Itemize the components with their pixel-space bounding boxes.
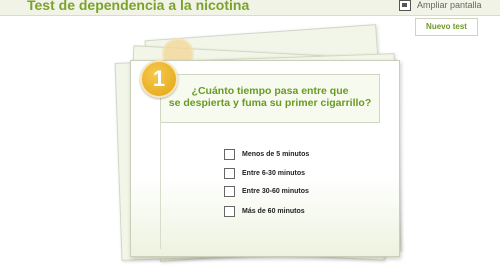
question-text: ¿Cuánto tiempo pasa entre que se despier… (161, 85, 379, 109)
question-line-1: ¿Cuánto tiempo pasa entre que (191, 85, 349, 97)
card-divider (160, 121, 161, 249)
option-checkbox[interactable] (224, 206, 235, 217)
fullscreen-icon (399, 0, 411, 11)
ampliar-pantalla-label: Ampliar pantalla (417, 0, 482, 10)
option-label: Entre 6-30 minutos (242, 170, 306, 177)
question-line-2: se despierta y fuma su primer cigarrillo… (168, 97, 372, 109)
ampliar-pantalla-button[interactable]: Ampliar pantalla (399, 0, 482, 12)
option-6-30[interactable]: Entre 6-30 minutos (224, 168, 305, 179)
option-checkbox[interactable] (224, 186, 235, 197)
question-number-badge: 1 (140, 60, 178, 98)
option-label: Menos de 5 minutos (242, 151, 310, 158)
option-30-60[interactable]: Entre 30-60 minutos (224, 186, 309, 197)
page-title: Test de dependencia a la nicotina (27, 0, 250, 13)
option-mas-60[interactable]: Más de 60 minutos (224, 206, 305, 217)
header-bar: Test de dependencia a la nicotina Amplia… (0, 0, 500, 16)
option-label: Entre 30-60 minutos (242, 188, 309, 195)
option-checkbox[interactable] (224, 149, 235, 160)
option-checkbox[interactable] (224, 168, 235, 179)
option-menos-5[interactable]: Menos de 5 minutos (224, 149, 309, 160)
nuevo-test-button[interactable]: Nuevo test (415, 18, 478, 36)
question-box: ¿Cuánto tiempo pasa entre que se despier… (160, 74, 380, 123)
option-label: Más de 60 minutos (242, 208, 305, 215)
